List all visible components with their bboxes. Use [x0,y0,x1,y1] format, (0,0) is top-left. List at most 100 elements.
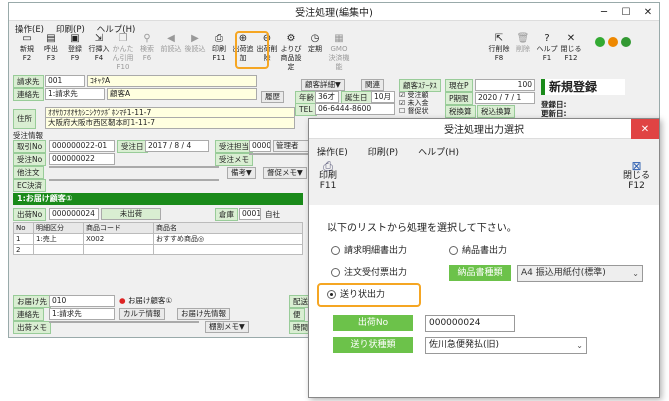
tokusoku-memo-button[interactable]: 督促メモ▼ [263,167,307,179]
radio-okuri[interactable]: 送り状出力 [327,289,385,301]
karte-button[interactable]: カルテ情報 [119,308,165,320]
delivery-contact-select[interactable]: 1:請求先 [49,308,115,320]
chevron-down-icon: ⌄ [632,269,639,278]
rireki-button[interactable]: 履歴 [261,91,284,103]
dialog-menu-print[interactable]: 印刷(P) [368,145,398,158]
status-check-3[interactable]: ☐ 督促状 [399,107,429,115]
dialog-menu-help[interactable]: ヘルプ(H) [418,145,459,158]
order-memo-field[interactable] [249,153,309,155]
order-staff-code[interactable]: 0000 [249,140,271,152]
toolbar-btn-help[interactable]: ? ヘルプ F1 [535,33,559,63]
toolbar-btn-save[interactable]: ▣ 登録 F9 [63,33,87,63]
toolbar-btn-delete-row[interactable]: ⇱ 行削除 F8 [487,33,511,63]
status-check-2[interactable]: ☑ 未入金 [399,99,429,107]
shukka-memo-field[interactable] [49,321,199,323]
minimize-icon[interactable]: ─ [593,3,615,21]
dialog-shukka-field[interactable]: 000000024 [425,315,515,332]
radio-seikyu[interactable]: 請求明細書出力 [331,245,407,257]
order-staff-label: 受注担当 [215,140,253,153]
dialog-close-icon[interactable]: ✕ [631,119,659,139]
kanren-button[interactable]: 関連 [361,79,384,91]
cell-code[interactable]: X002 [83,233,154,245]
dialog-print-button[interactable]: ⎙ 印刷 F11 [319,160,337,191]
toolbar-label: ヘルプ [536,45,558,53]
renraku-select[interactable]: 1:請求先 [45,88,105,100]
seikyu-code-field[interactable]: 001 [45,75,85,87]
status-check-1[interactable]: ☑ 受注顧 [399,91,429,99]
dialog-menu-operation[interactable]: 操作(E) [317,145,348,158]
toolbar-label: 印刷 [212,45,226,53]
ec-payment-field[interactable] [49,179,219,181]
toolbar-btn-search[interactable]: ⚲ 検索 F6 [135,33,159,63]
other-order-field[interactable] [49,166,219,168]
col-code: 商品コード [83,222,154,234]
toolbar-label: 行削除 [488,45,510,53]
warehouse-code[interactable]: 0001 [239,208,261,220]
toolbar-btn-quote[interactable]: ❐ かんたん引用 F10 [111,33,135,72]
toolbar-btn-close[interactable]: ✕ 閉じる F12 [559,33,583,63]
toolbar-key: F6 [142,54,152,62]
radio-okuri-circle [327,290,336,299]
table-row[interactable]: 1 1:売上 X002 おすすめ商品◎ [13,233,303,245]
tana-memo-button[interactable]: 棚割メモ▼ [205,321,249,333]
toolbar-label: 後読込 [184,45,206,53]
toolbar-btn-new[interactable]: ▭ 新規 F2 [15,33,39,63]
delivery-info-button[interactable]: お届け先情報 [177,308,230,320]
cell-name[interactable]: おすすめ商品◎ [153,233,303,245]
toolbar-btn-trash[interactable]: 🗑 削除 [511,33,535,54]
point-field: 100 [475,79,535,91]
toolbar-label: 削除 [516,45,530,53]
cell-code[interactable] [83,244,154,255]
maximize-icon[interactable]: ☐ [615,3,637,21]
dialog-close-x-icon: ⊠ [631,159,642,173]
tax-incl-label: 税込換算 [477,105,515,118]
cell-kubun[interactable]: 1:売上 [33,233,84,245]
otodoke-code-field[interactable]: 010 [49,295,115,307]
table-header: No 明細区分 商品コード 商品名 [13,222,303,234]
save-icon: ▣ [70,33,80,44]
biko-button[interactable]: 備考▼ [227,167,256,179]
order-date-label: 受注日 [117,140,148,153]
toolbar-btn-regular[interactable]: ◷ 定期 [303,33,327,54]
order-no-field: 000000022 [49,153,115,165]
table-row[interactable]: 2 [13,244,303,255]
search-icon: ⚲ [143,33,151,44]
point-limit-field[interactable]: 2020 / 7 / 1 [475,92,535,104]
print-highlight [235,31,269,69]
green-circle-icon-2 [621,37,631,47]
radio-chumon[interactable]: 注文受付票出力 [331,267,407,279]
status-circles [595,37,631,47]
kokyaku-detail-button[interactable]: 顧客詳細▼ [301,79,345,91]
kana-field[interactable]: ｺｷｬｸA [87,75,257,87]
toolbar-key: 決済機能 [328,54,350,71]
toolbar-key: F1 [542,54,552,62]
okuri-type-select[interactable]: 佐川急便発払(旧) ⌄ [425,337,587,354]
dialog-close-button[interactable]: ⊠ 閉じる F12 [623,159,650,191]
window-close-icon[interactable]: ✕ [637,3,659,21]
delivery-tab-bar[interactable]: 1:お届け顧客① [13,193,303,205]
toolbar-btn-next[interactable]: ▶ 後読込 [183,33,207,54]
cell-no: 2 [13,244,34,255]
toolbar-btn-prev[interactable]: ◀ 前読込 [159,33,183,54]
order-detail-table: No 明細区分 商品コード 商品名 1 1:売上 X002 おすすめ商品◎ 2 [13,222,303,255]
okuri-type-label: 送り状種類 [333,337,413,353]
toolbar-key: F11 [212,54,226,62]
toolbar-btn-insert-row[interactable]: ⇲ 行挿入 F4 [87,33,111,63]
cell-kubun[interactable] [33,244,84,255]
radio-nouhin[interactable]: 納品書出力 [449,245,507,257]
nouhin-type-select[interactable]: A4 振込用紙付(標準) ⌄ [517,265,643,282]
toolbar-btn-payment[interactable]: ▦ GMO 決済機能 [327,33,351,72]
shukka-field: 000000024 [49,208,99,220]
toolbar-btn-print[interactable]: ⎙ 印刷 F11 [207,33,231,63]
order-no-label: 受注No [13,153,47,166]
address-field[interactable]: 大阪府大阪市西区靭本町1-11-7 [45,117,295,129]
customer-name-field[interactable]: 顧客A [107,88,257,100]
order-date-field[interactable]: 2017 / 8 / 4 [145,140,209,152]
cell-name[interactable] [153,244,303,255]
address-label: 住所 [13,109,36,129]
torihiki-label: 取引No [13,140,47,153]
toolbar-btn-product-setting[interactable]: ⚙ よりぴ 商品設定 [279,33,303,72]
toolbar-key: F10 [116,63,130,71]
toolbar-btn-open[interactable]: ▤ 呼出 F3 [39,33,63,63]
point-label: 現在P [445,79,473,92]
